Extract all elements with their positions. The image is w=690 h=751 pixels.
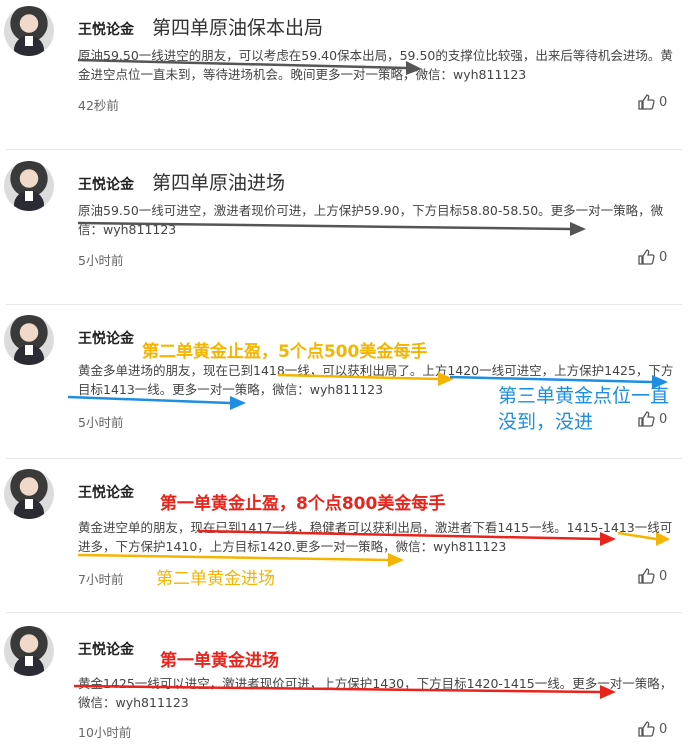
post-title: 第一单黄金进场 [160, 651, 279, 671]
post-title: 第一单黄金止盈，8个点800美金每手 [160, 494, 446, 514]
thumbs-up-icon [638, 568, 655, 584]
annotation-arrow [197, 529, 616, 546]
thumbs-up-icon [638, 721, 655, 737]
post-3: 王悦论金 第二单黄金止盈，5个点500美金每手 黄金多单进场的朋友，现在已到14… [0, 309, 690, 459]
like-count: 0 [659, 95, 668, 110]
avatar[interactable] [4, 626, 54, 676]
post-title: 第四单原油保本出局 [152, 17, 324, 39]
annotation-note: 第三单黄金点位一直没到，没进 [498, 385, 670, 433]
annotation-note: 第二单黄金进场 [156, 569, 275, 589]
annotation-arrow [77, 58, 422, 75]
author-name[interactable]: 王悦论金 [78, 482, 134, 502]
avatar[interactable] [4, 469, 54, 519]
like-button[interactable]: 0 [637, 248, 677, 268]
like-button[interactable]: 0 [637, 567, 677, 587]
post-2: 王悦论金 第四单原油进场 原油59.50一线可进空，激进者现价可进，上方保护59… [0, 155, 690, 305]
annotation-arrow [277, 372, 454, 386]
post-time: 10小时前 [78, 725, 132, 740]
like-count: 0 [659, 250, 668, 265]
post-title: 第二单黄金止盈，5个点500美金每手 [142, 342, 428, 362]
post-1: 王悦论金 第四单原油保本出局 原油59.50一线进空的朋友，可以考虑在59.40… [0, 0, 690, 150]
avatar[interactable] [4, 161, 54, 211]
post-time: 42秒前 [78, 98, 119, 113]
post-time: 5小时前 [78, 415, 124, 430]
post-time: 7小时前 [78, 572, 124, 587]
thumbs-up-icon [638, 249, 655, 265]
author-name[interactable]: 王悦论金 [78, 639, 134, 659]
post-5: 王悦论金 第一单黄金进场 黄金1425一线可以进空，激进者现价可进，上方保护14… [0, 620, 690, 751]
annotation-arrow [73, 684, 616, 699]
like-count: 0 [659, 722, 668, 737]
author-name[interactable]: 王悦论金 [78, 328, 134, 348]
post-time: 5小时前 [78, 253, 124, 268]
like-button[interactable]: 0 [637, 93, 677, 113]
annotation-arrow [67, 395, 246, 410]
author-name[interactable]: 王悦论金 [78, 174, 134, 194]
like-button[interactable]: 0 [637, 720, 677, 740]
post-4: 王悦论金 第一单黄金止盈，8个点800美金每手 黄金进空单的朋友，现在已到141… [0, 463, 690, 613]
annotation-arrow [617, 531, 670, 546]
post-title: 第四单原油进场 [152, 172, 286, 194]
like-count: 0 [659, 569, 668, 584]
annotation-arrow [77, 221, 586, 236]
avatar[interactable] [4, 6, 54, 56]
avatar[interactable] [4, 315, 54, 365]
thumbs-up-icon [638, 94, 655, 110]
author-name[interactable]: 王悦论金 [78, 19, 134, 39]
